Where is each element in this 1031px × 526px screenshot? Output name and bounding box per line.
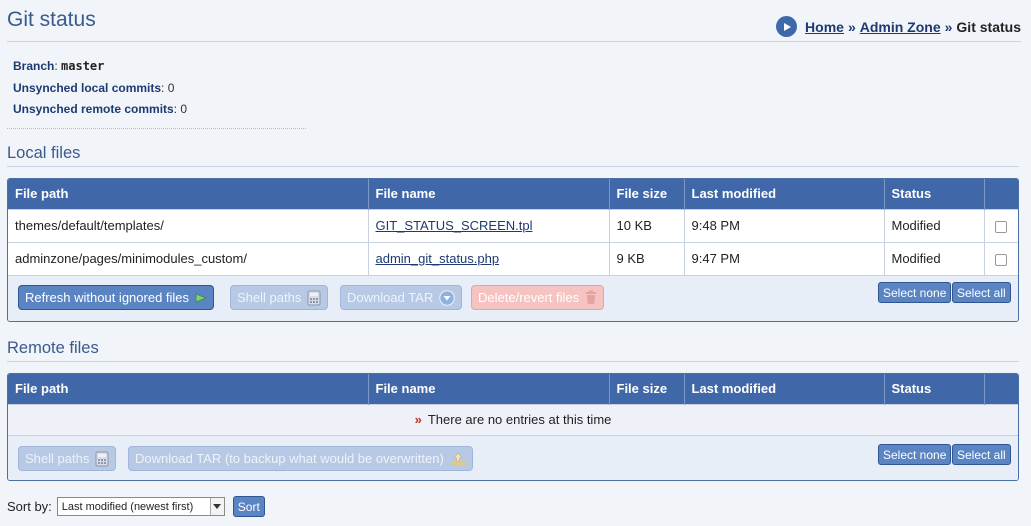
table-row: adminzone/pages/minimodules_custom/ admi… bbox=[8, 241, 1018, 275]
empty-message: There are no entries at this time bbox=[427, 412, 612, 428]
git-meta: Branch: master Unsynched local commits: … bbox=[13, 58, 187, 123]
remote-commits-line: Unsynched remote commits: 0 bbox=[13, 102, 188, 116]
last-modified-cell: 9:47 PM bbox=[684, 241, 885, 275]
empty-row: » There are no entries at this time bbox=[8, 403, 1018, 435]
file-name-cell: admin_git_status.php bbox=[368, 241, 610, 275]
trash-icon bbox=[585, 290, 597, 305]
local-commits-value: 0 bbox=[167, 80, 175, 95]
file-path-cell: adminzone/pages/minimodules_custom/ bbox=[8, 241, 369, 275]
delete-revert-label: Delete/revert files bbox=[478, 290, 580, 305]
shell-paths-label: Shell paths bbox=[237, 290, 302, 305]
table-row: themes/default/templates/ GIT_STATUS_SCR… bbox=[8, 208, 1018, 242]
local-files-heading: Local files bbox=[7, 144, 1019, 167]
file-size-cell: 9 KB bbox=[609, 241, 685, 275]
column-header-last-modified: Last modified bbox=[684, 374, 885, 404]
column-header-select bbox=[984, 179, 1018, 209]
empty-message-cell: » There are no entries at this time bbox=[8, 403, 1018, 435]
local-files-toolbar: Refresh without ignored files Shell path… bbox=[8, 275, 1018, 321]
sort-select[interactable]: Last modified (newest first) bbox=[56, 497, 225, 516]
delete-revert-button[interactable]: Delete/revert files bbox=[471, 285, 605, 310]
page-title: Git status bbox=[7, 8, 96, 31]
dropdown-arrow-icon bbox=[209, 498, 224, 515]
bullet-marker: » bbox=[414, 412, 422, 428]
calculator-icon bbox=[95, 451, 109, 467]
select-all-button[interactable]: Select all bbox=[952, 282, 1011, 303]
row-checkbox[interactable] bbox=[995, 220, 1008, 233]
breadcrumb-separator: » bbox=[847, 18, 856, 35]
column-header-file-path: File path bbox=[8, 374, 369, 404]
column-header-last-modified: Last modified bbox=[684, 179, 885, 209]
column-header-file-path: File path bbox=[8, 179, 369, 209]
download-circle-icon bbox=[439, 289, 455, 306]
column-header-status: Status bbox=[884, 179, 985, 209]
remote-files-panel: File path File name File size Last modif… bbox=[7, 373, 1019, 481]
remote-select-all-button[interactable]: Select all bbox=[952, 444, 1011, 465]
file-name-cell: GIT_STATUS_SCREEN.tpl bbox=[368, 208, 610, 242]
branch-label: Branch bbox=[13, 59, 55, 73]
refresh-button-label: Refresh without ignored files bbox=[25, 290, 190, 305]
remote-files-table: File path File name File size Last modif… bbox=[8, 374, 1018, 435]
status-cell: Modified bbox=[884, 208, 985, 242]
remote-shell-paths-label: Shell paths bbox=[25, 451, 90, 466]
column-header-select bbox=[984, 374, 1018, 404]
local-files-table: File path File name File size Last modif… bbox=[8, 179, 1018, 275]
local-commits-line: Unsynched local commits: 0 bbox=[13, 80, 175, 95]
refresh-without-ignored-button[interactable]: Refresh without ignored files bbox=[18, 285, 215, 310]
remote-shell-paths-button[interactable]: Shell paths bbox=[18, 446, 117, 471]
row-checkbox[interactable] bbox=[995, 253, 1008, 266]
select-cell bbox=[984, 241, 1018, 275]
download-backup-tar-label: Download TAR (to backup what would be ov… bbox=[135, 451, 444, 466]
status-cell: Modified bbox=[884, 241, 985, 275]
sort-button[interactable]: Sort bbox=[232, 496, 265, 517]
select-cell bbox=[984, 208, 1018, 242]
file-size-cell: 10 KB bbox=[609, 208, 685, 242]
local-commits-label: Unsynched local commits bbox=[13, 80, 162, 95]
breadcrumb: Home » Admin Zone » Git status bbox=[776, 16, 1021, 37]
last-modified-cell: 9:48 PM bbox=[684, 208, 885, 242]
breadcrumb-separator: » bbox=[944, 18, 953, 35]
file-path-cell: themes/default/templates/ bbox=[8, 208, 369, 242]
sort-label: Sort by: bbox=[7, 499, 52, 514]
divider bbox=[7, 128, 306, 129]
shell-paths-button[interactable]: Shell paths bbox=[230, 285, 329, 310]
download-tar-button[interactable]: Download TAR bbox=[340, 285, 463, 310]
branch-line: Branch: master bbox=[13, 59, 105, 73]
select-none-button[interactable]: Select none bbox=[878, 282, 952, 303]
column-header-file-size: File size bbox=[609, 374, 685, 404]
play-circle-icon bbox=[776, 16, 798, 37]
remote-commits-value: 0 bbox=[180, 102, 188, 116]
column-header-status: Status bbox=[884, 374, 985, 404]
file-name-link[interactable]: admin_git_status.php bbox=[376, 251, 500, 266]
local-files-panel: File path File name File size Last modif… bbox=[7, 178, 1019, 322]
breadcrumb-current: Git status bbox=[956, 18, 1021, 35]
column-header-file-name: File name bbox=[368, 374, 610, 404]
remote-files-heading: Remote files bbox=[7, 339, 1019, 362]
sort-selected-value: Last modified (newest first) bbox=[61, 500, 194, 513]
remote-files-toolbar: Shell paths Download TAR (to backup what… bbox=[8, 435, 1018, 480]
download-tar-label: Download TAR bbox=[347, 290, 434, 305]
breadcrumb-admin-zone-link[interactable]: Admin Zone bbox=[860, 19, 941, 35]
download-backup-tar-button[interactable]: Download TAR (to backup what would be ov… bbox=[128, 446, 473, 471]
sort-row: Sort by: Last modified (newest first) So… bbox=[7, 496, 265, 517]
branch-value: master bbox=[61, 59, 105, 73]
column-header-file-size: File size bbox=[609, 179, 685, 209]
remote-select-none-button[interactable]: Select none bbox=[878, 444, 952, 465]
table-header-row: File path File name File size Last modif… bbox=[8, 179, 1018, 209]
file-name-link[interactable]: GIT_STATUS_SCREEN.tpl bbox=[376, 218, 533, 233]
table-header-row: File path File name File size Last modif… bbox=[8, 374, 1018, 404]
title-row: Git status Home » Admin Zone » Git statu… bbox=[7, 8, 1021, 42]
column-header-file-name: File name bbox=[368, 179, 610, 209]
remote-commits-label: Unsynched remote commits bbox=[13, 102, 174, 116]
upload-tray-icon bbox=[450, 452, 466, 466]
calculator-icon bbox=[307, 290, 321, 306]
play-arrow-icon bbox=[195, 292, 208, 303]
breadcrumb-home-link[interactable]: Home bbox=[805, 19, 844, 35]
